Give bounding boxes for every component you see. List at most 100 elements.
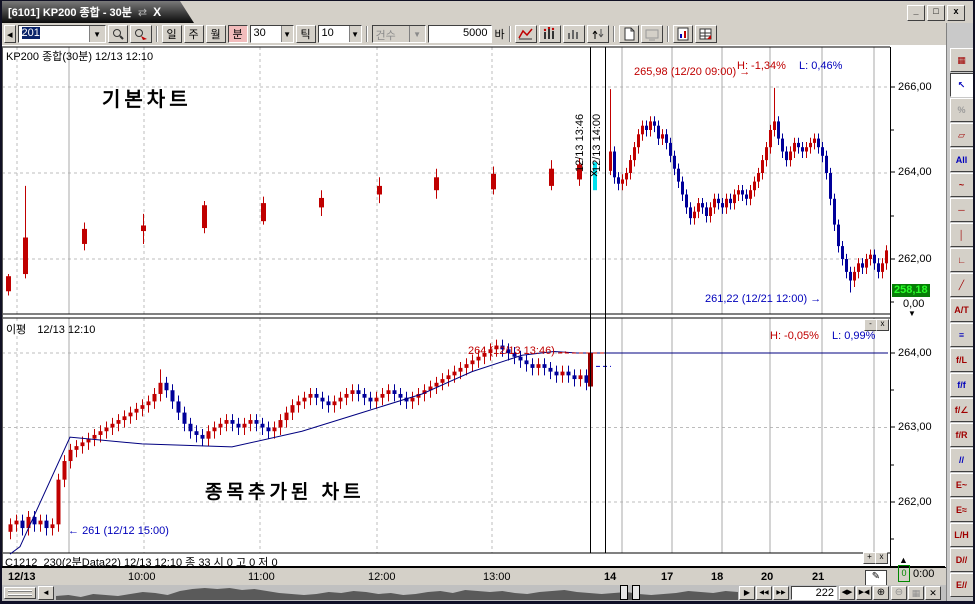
bars-count-input[interactable]: 5000 (428, 25, 492, 43)
tool-low-high-button[interactable]: L/H (950, 523, 974, 547)
annotation-edit-button[interactable]: ✎ (865, 570, 887, 586)
zoom-out-button[interactable]: ⊖ (891, 586, 907, 600)
time-axis-label: 10:00 (128, 571, 156, 583)
tool-fibo-fan-button[interactable]: f/∠ (950, 398, 974, 422)
period-day-button[interactable]: 일 (162, 25, 182, 43)
cursor-time-label-2: 12/13 14:00 (591, 114, 603, 172)
grid-view-icon (698, 27, 714, 41)
symbol-combo[interactable]: 201 ▼ (18, 25, 106, 43)
tick-dropdown-icon[interactable]: ▼ (349, 26, 361, 42)
fibo-fan-icon: f/∠ (955, 405, 969, 416)
tool-elliott-wave-1-button[interactable]: E~ (950, 473, 974, 497)
sort-updown-button[interactable] (587, 25, 609, 43)
symbol-input[interactable]: 201 (19, 26, 89, 42)
line-chart-icon (518, 27, 534, 41)
time-axis-label: 13:00 (483, 571, 511, 583)
interval-combo[interactable]: 30 ▼ (250, 25, 294, 43)
close-button[interactable]: x (947, 5, 965, 21)
percent-measure-icon: % (957, 105, 965, 115)
period-month-button[interactable]: 월 (206, 25, 226, 43)
arrow-left-icon: ← (68, 525, 79, 537)
symbol-spin-left-button[interactable]: ◂ (4, 25, 16, 43)
drawing-toolbar: ▦ ↖% ▱ All ~─ │ ∟╱A/T≡ f/L f/f f/∠ f/R //E~E≈L/HD//… (946, 23, 975, 604)
tool-vertical-line-button[interactable]: │ (950, 223, 974, 247)
search-button[interactable] (108, 25, 128, 43)
time-axis-label: 21 (812, 571, 824, 583)
splitter-handle[interactable] (4, 587, 36, 599)
tool-angle-line-button[interactable]: ∟ (950, 248, 974, 272)
level-annotation: 264 (12/13 13:46) → (468, 345, 569, 357)
tool-fibo-arc-button[interactable]: f/f (950, 373, 974, 397)
fibo-retracement-icon: f/L (956, 355, 967, 365)
swap-icon[interactable]: ⇄ (138, 6, 147, 19)
time-axis-label: 11:00 (248, 571, 275, 583)
candle-chart-icon (542, 27, 558, 41)
period-minute-button[interactable]: 분 (228, 25, 248, 43)
tool-text-note-button[interactable]: A/T (950, 298, 974, 322)
marker-value-box: 0 (898, 565, 910, 582)
minimize-button[interactable]: _ (907, 5, 925, 21)
pane-close-button[interactable]: x (876, 319, 889, 331)
tool-erase-all-button[interactable]: All (950, 148, 974, 172)
collapse-range-button[interactable]: ▶◀ (856, 586, 872, 600)
close-navigator-button[interactable]: ✕ (925, 586, 941, 600)
line-chart-type-button[interactable] (515, 25, 537, 43)
fibo-arc-icon: f/f (957, 380, 966, 390)
tool-chart-pattern-button[interactable]: ▦ (950, 48, 974, 72)
tool-elliott-wave-2-button[interactable]: E≈ (950, 498, 974, 522)
candle-chart-type-button[interactable] (539, 25, 561, 43)
last-price-badge: 258,18 (892, 284, 930, 297)
search-jump-button[interactable] (130, 25, 152, 43)
tool-hatch-d-button[interactable]: D// (950, 548, 974, 572)
window-controls: _ □ x (907, 5, 965, 21)
new-document-button[interactable] (619, 25, 639, 43)
zoom-in-button[interactable]: ⊕ (873, 586, 889, 600)
tool-hatch-e-button[interactable]: E// (950, 573, 974, 597)
navigator-row: ◄ ▶ ◀◀ ▶▶ 222 ◀▶ ▶◀ ⊕ ⊖ ▦ ✕ (2, 585, 946, 601)
scroll-left-button[interactable]: ◄ (38, 586, 54, 600)
tab-title: [6101] KP200 종합 - 30분 (8, 4, 132, 20)
toolbar-separator (613, 26, 615, 42)
report-chart-button[interactable] (673, 25, 693, 43)
erase-all-icon: All (956, 155, 968, 165)
period-week-button[interactable]: 주 (184, 25, 204, 43)
bottom-pane-header: 이평 12/13 12:10 (6, 321, 95, 337)
bar-count-input[interactable]: 222 (791, 586, 837, 600)
tool-fibo-ratio-button[interactable]: f/R (950, 423, 974, 447)
tool-erase-one-button[interactable]: ▱ (950, 123, 974, 147)
grid-window-button[interactable]: ▦ (908, 586, 924, 600)
tool-price-levels-button[interactable]: ≡ (950, 323, 974, 347)
nav-forward-button[interactable]: ▶▶ (773, 586, 789, 600)
bar-chart-type-button[interactable] (563, 25, 585, 43)
peak-annotation: 265,98 (12/20 09:00) → (634, 66, 750, 78)
tool-horizontal-line-button[interactable]: ─ (950, 198, 974, 222)
nav-rewind-button[interactable]: ◀◀ (756, 586, 772, 600)
tab-close-icon[interactable]: X (153, 5, 161, 19)
tool-parallel-channel-button[interactable]: // (950, 448, 974, 472)
expand-range-button[interactable]: ◀▶ (839, 586, 855, 600)
bottom-low-annotation: ← 261 (12/12 15:00) (68, 525, 169, 537)
tick-button[interactable]: 틱 (296, 25, 316, 43)
vertical-line-icon: │ (959, 230, 965, 240)
maximize-button[interactable]: □ (927, 5, 945, 21)
range-handle-right[interactable] (632, 585, 640, 600)
chart-tab[interactable]: [6101] KP200 종합 - 30분 ⇄ X (2, 1, 194, 23)
interval-dropdown-icon[interactable]: ▼ (281, 26, 293, 42)
top-low-label: L: 0,46% (799, 60, 842, 72)
tool-trend-line-button[interactable]: ╱ (950, 273, 974, 297)
bottom-high-low: H: -0,05% L: 0,99% (770, 330, 875, 342)
grid-view-button[interactable] (695, 25, 717, 43)
fibo-ratio-icon: f/R (956, 430, 968, 440)
tool-fibo-retracement-button[interactable]: f/L (950, 348, 974, 372)
tool-percent-measure-button[interactable]: % (950, 98, 974, 122)
nav-play-button[interactable]: ▶ (739, 586, 755, 600)
range-handle-left[interactable] (620, 585, 628, 600)
tool-free-line-button[interactable]: ~ (950, 173, 974, 197)
tool-pointer-button[interactable]: ↖ (950, 73, 974, 97)
symbol-dropdown-icon[interactable]: ▼ (89, 26, 105, 42)
pointer-icon: ↖ (958, 80, 966, 91)
price-tick-label: 264,00 (898, 347, 932, 359)
pane-close2-button[interactable]: x (875, 552, 888, 564)
tick-combo[interactable]: 10 ▼ (318, 25, 362, 43)
chart-canvas[interactable]: KP200 종합(30분) 12/13 12:10 기본차트 12/13 13:… (2, 45, 946, 567)
